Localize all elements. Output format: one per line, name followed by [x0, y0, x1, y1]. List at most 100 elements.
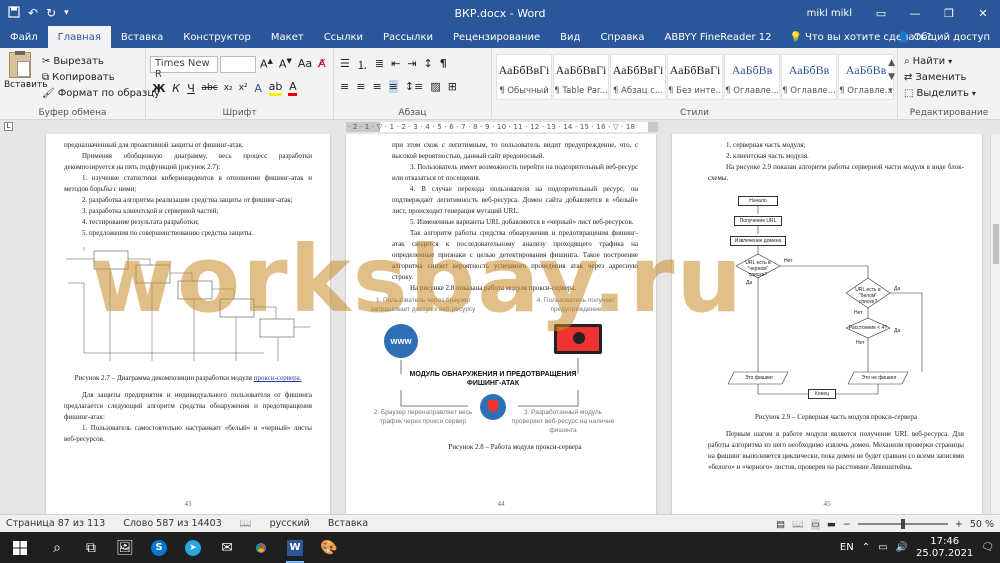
tab-home[interactable]: Главная	[47, 26, 111, 48]
skype-icon[interactable]: S	[142, 532, 176, 563]
align-left-icon[interactable]: ≡	[340, 80, 349, 93]
tab-layout[interactable]: Макет	[261, 26, 314, 48]
tab-insert[interactable]: Вставка	[111, 26, 173, 48]
zoom-slider-thumb[interactable]	[900, 519, 905, 529]
tab-view[interactable]: Вид	[550, 26, 590, 48]
close-button[interactable]: ✕	[966, 0, 1000, 26]
save-icon[interactable]	[8, 5, 20, 21]
shrink-font-icon[interactable]: A▼	[279, 57, 292, 71]
redo-icon[interactable]: ↻	[46, 6, 56, 20]
change-case-icon[interactable]: Aa	[298, 57, 312, 71]
user-name[interactable]: mikl mikl	[807, 8, 852, 19]
grow-font-icon[interactable]: A▲	[260, 57, 273, 71]
select-button[interactable]: ⬚ Выделить ▾	[904, 85, 976, 101]
zoom-in-button[interactable]: +	[955, 519, 963, 530]
font-size-select[interactable]	[220, 56, 256, 73]
paint-icon[interactable]: 🎨	[312, 532, 346, 563]
mail-icon[interactable]: ✉	[210, 532, 244, 563]
bold-button[interactable]: Ж	[152, 82, 165, 95]
undo-icon[interactable]: ↶	[28, 6, 38, 20]
format-painter-button[interactable]: 🖌 Формат по образцу	[42, 85, 160, 101]
show-marks-icon[interactable]: ¶	[440, 57, 447, 73]
style-toc-1[interactable]: АаБбВв ¶ Оглавле...	[724, 54, 780, 100]
style-toc-2[interactable]: АаБбВв ¶ Оглавле...	[781, 54, 837, 100]
show-hidden-icons[interactable]: ⌃	[862, 542, 870, 553]
line-spacing-icon[interactable]: ↕≡	[405, 80, 423, 93]
style-table-paragraph[interactable]: АаБбВвГі ¶ Table Par...	[553, 54, 609, 100]
print-layout-icon[interactable]: ▭	[810, 518, 820, 530]
zoom-slider[interactable]	[857, 519, 948, 529]
style-list-paragraph[interactable]: АаБбВвГі ¶ Абзац с...	[610, 54, 666, 100]
page-count[interactable]: Страница 87 из 113	[6, 518, 105, 529]
styles-more-icon[interactable]: ▾	[888, 84, 895, 98]
customize-qa-icon[interactable]: ▾	[64, 8, 69, 18]
word-count[interactable]: Слово 587 из 14403	[123, 518, 222, 529]
styles-scroll-up-icon[interactable]: ▲	[888, 56, 895, 70]
decrease-indent-icon[interactable]: ⇤	[391, 57, 400, 73]
tab-help[interactable]: Справка	[590, 26, 654, 48]
zoom-out-button[interactable]: −	[843, 519, 851, 530]
proofing-icon[interactable]: 📖	[240, 518, 252, 529]
multilevel-list-icon[interactable]: ≣	[375, 57, 384, 73]
search-icon[interactable]: ⌕	[40, 532, 74, 563]
zoom-level[interactable]: 50 %	[970, 519, 994, 530]
page-middle[interactable]: при этом схож с легитимным, то пользоват…	[346, 134, 656, 514]
page-left[interactable]: предназначенный для проактивной защиты о…	[46, 134, 330, 514]
volume-icon[interactable]: 🔊	[896, 542, 908, 553]
windows-start-icon[interactable]	[0, 532, 40, 563]
ribbon-display-icon[interactable]: ▭	[864, 0, 898, 26]
web-layout-icon[interactable]: ▬	[827, 519, 836, 530]
text-effects-icon[interactable]: A	[254, 82, 263, 95]
clock[interactable]: 17:46 25.07.2021	[916, 536, 973, 560]
numbering-icon[interactable]: ⒈	[357, 57, 368, 73]
read-mode-icon[interactable]: 📖	[792, 519, 804, 530]
tab-mailings[interactable]: Рассылки	[373, 26, 443, 48]
tab-selector[interactable]: L	[4, 122, 13, 131]
superscript-button[interactable]: x²	[239, 83, 248, 93]
style-normal[interactable]: АаБбВвГі ¶ Обычный	[496, 54, 552, 100]
vertical-scrollbar[interactable]	[990, 134, 1000, 514]
styles-scroll-down-icon[interactable]: ▼	[888, 70, 895, 84]
style-no-spacing[interactable]: АаБбВвГі ¶ Без инте...	[667, 54, 723, 100]
align-center-icon[interactable]: ≡	[356, 80, 365, 93]
network-icon[interactable]: ▭	[878, 542, 887, 553]
highlight-icon[interactable]: ab	[268, 80, 283, 96]
increase-indent-icon[interactable]: ⇥	[407, 57, 416, 73]
find-button[interactable]: ⌕ Найти ▾	[904, 53, 976, 69]
page-right[interactable]: 1. серверная часть модуля; 2. клиентская…	[672, 134, 982, 514]
focus-mode-icon[interactable]: ▤	[776, 519, 785, 530]
italic-button[interactable]: К	[171, 82, 180, 95]
tab-review[interactable]: Рецензирование	[443, 26, 550, 48]
tab-design[interactable]: Конструктор	[173, 26, 261, 48]
justify-icon[interactable]: ≡	[388, 80, 398, 93]
photos-icon[interactable]: 🖼	[108, 532, 142, 563]
share-button[interactable]: 👤 Общий доступ	[897, 26, 990, 48]
document-area[interactable]: предназначенный для проактивной защиты о…	[0, 134, 990, 514]
copy-button[interactable]: ⧉ Копировать	[42, 69, 160, 85]
shading-icon[interactable]: ▨	[430, 80, 440, 93]
tab-abbyy[interactable]: ABBYY FineReader 12	[655, 26, 782, 48]
scrollbar-thumb[interactable]	[993, 224, 999, 264]
underline-button[interactable]: Ч	[186, 82, 195, 95]
tab-file[interactable]: Файл	[0, 26, 48, 48]
insert-mode[interactable]: Вставка	[328, 518, 368, 529]
cut-button[interactable]: ✂ Вырезать	[42, 53, 160, 69]
notifications-icon[interactable]: 🗨	[981, 542, 994, 553]
horizontal-ruler[interactable]: · 2 · 1 · ▽ · 1 · 2 · 3 · 4 · 5 · 6 · 7 …	[346, 122, 658, 132]
borders-icon[interactable]: ⊞	[448, 80, 457, 93]
telegram-icon[interactable]: ➤	[176, 532, 210, 563]
word-icon[interactable]: W	[278, 532, 312, 563]
minimize-button[interactable]: —	[898, 0, 932, 26]
bullets-icon[interactable]: ☰	[340, 57, 350, 73]
style-toc-3[interactable]: АаБбВв ¶ Оглавле...	[838, 54, 894, 100]
subscript-button[interactable]: x₂	[224, 83, 233, 93]
keyboard-language[interactable]: EN	[840, 542, 854, 553]
chrome-icon[interactable]	[244, 532, 278, 563]
paste-button[interactable]: Вставить	[4, 51, 48, 90]
align-right-icon[interactable]: ≡	[372, 80, 381, 93]
sort-icon[interactable]: ↕	[424, 57, 433, 73]
strikethrough-button[interactable]: abc	[201, 83, 217, 93]
maximize-button[interactable]: ❐	[932, 0, 966, 26]
font-name-select[interactable]: Times New R	[150, 56, 218, 80]
replace-button[interactable]: ⇄ Заменить	[904, 69, 976, 85]
